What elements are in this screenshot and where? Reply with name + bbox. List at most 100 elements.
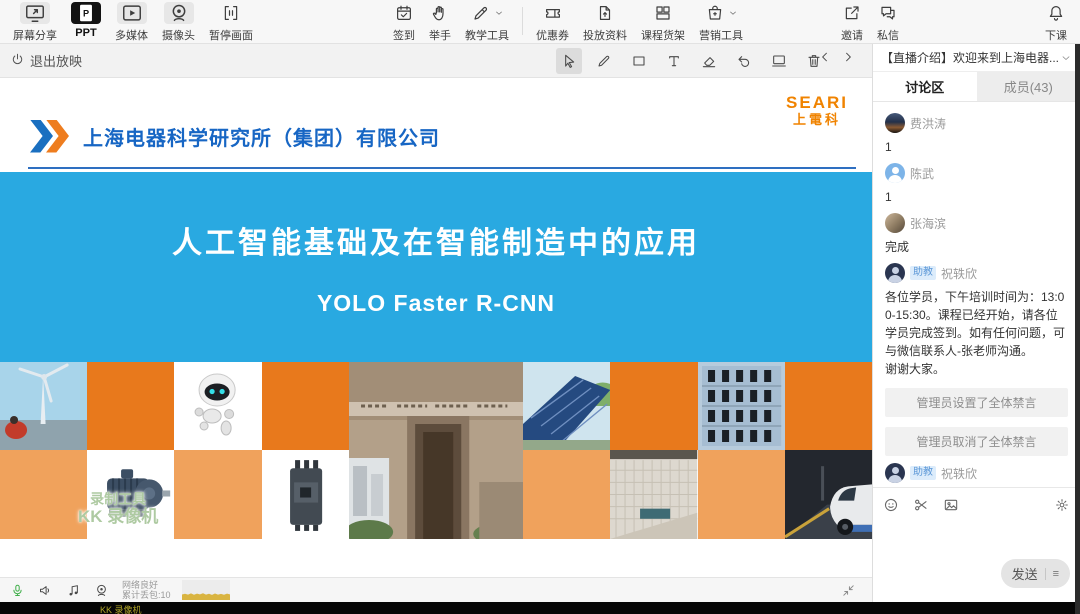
course-shelf-icon	[652, 2, 674, 24]
audio-level-meter	[182, 580, 230, 600]
assistant-badge: 助教	[910, 466, 936, 480]
toolbar-item-label: 暂停画面	[209, 27, 253, 43]
title-banner: 人工智能基础及在智能制造中的应用 YOLO Faster R-CNN	[0, 172, 872, 362]
sender-name: 祝轶欣	[941, 265, 977, 282]
toolbar-item-label: 摄像头	[162, 27, 195, 43]
chat-message: 助教祝轶欣各位学员，下午培训时间为：13:00-15:30。课程已经开始，请各位…	[873, 256, 1080, 378]
toolbar-item-coupon[interactable]: 优惠券	[536, 2, 569, 43]
image-icon[interactable]	[943, 497, 959, 513]
screenshot-icon[interactable]	[913, 497, 929, 513]
toolbar-item-ppt[interactable]: PPPT	[71, 2, 101, 39]
coupon-icon	[542, 2, 564, 24]
undo-tool[interactable]	[731, 48, 757, 74]
toolbar-item-class-end[interactable]: 下课	[1045, 2, 1067, 43]
prev-slide-button[interactable]	[818, 50, 832, 64]
toolbar-item-materials[interactable]: 投放资料	[583, 2, 627, 43]
test-equipment-photo	[698, 362, 785, 450]
avatar	[885, 213, 905, 233]
chevron-down-icon[interactable]	[1060, 52, 1072, 64]
orange-tile-dark	[87, 362, 174, 450]
send-options-icon[interactable]: ≡	[1053, 568, 1059, 580]
sender-name: 祝轶欣	[941, 465, 977, 482]
toolbar-item-label: 举手	[429, 27, 451, 43]
toolbar-item-label: PPT	[75, 27, 96, 39]
emoji-icon[interactable]	[883, 497, 899, 513]
orange-tile-dark	[262, 362, 349, 450]
message-header: 张海滨	[885, 213, 1068, 233]
slide: 上海电器科学研究所（集团）有限公司 SEARI 上電科 人工智能基础及在智能制造…	[0, 78, 872, 577]
text-tool[interactable]	[661, 48, 687, 74]
select-tool[interactable]	[556, 48, 582, 74]
orange-tile-light	[523, 450, 610, 539]
speaker-icon[interactable]	[38, 583, 53, 598]
toolbar-item-pause-screen[interactable]: 暂停画面	[209, 2, 253, 43]
company-name: 上海电器科学研究所（集团）有限公司	[83, 122, 440, 151]
tab-members[interactable]: 成员(43)	[977, 72, 1080, 101]
music-icon[interactable]	[66, 583, 81, 598]
toolbar-item-teaching-tools[interactable]: 教学工具	[465, 2, 509, 43]
toolbar-group-teaching: 签到举手教学工具优惠券投放资料课程货架营销工具	[386, 2, 750, 43]
invite-icon	[841, 2, 863, 24]
toolbar-group-source: 屏幕分享 PPPT 多媒体摄像头暂停画面	[6, 2, 260, 43]
message-list: 费洪涛 1陈武1张海滨完成助教祝轶欣各位学员，下午培训时间为：13:00-15:3…	[873, 102, 1080, 487]
robot-photo	[174, 362, 261, 450]
status-bar: 网络良好 累计丢包:10	[0, 577, 872, 602]
toolbar-item-label: 下课	[1045, 27, 1067, 43]
toolbar-item-multimedia[interactable]: 多媒体	[115, 2, 148, 43]
toolbar-item-label: 多媒体	[115, 27, 148, 43]
eraser-tool[interactable]	[696, 48, 722, 74]
recorder-watermark: 录制工具 KK 录像机	[78, 490, 158, 526]
screen-share-icon	[20, 2, 50, 24]
mic-icon[interactable]	[10, 583, 25, 598]
chevron-down-icon	[494, 8, 504, 18]
collapse-view-icon[interactable]	[841, 583, 856, 598]
orange-tile-light	[174, 450, 261, 539]
toolbar-item-label: 营销工具	[699, 27, 743, 43]
toolbar-item-screen-share[interactable]: 屏幕分享	[13, 2, 57, 43]
webcam-status-icon[interactable]	[94, 583, 109, 598]
toolbar-item-raise-hand[interactable]: 举手	[429, 2, 451, 43]
toolbar-item-course-shelf[interactable]: 课程货架	[641, 2, 685, 43]
toolbar-item-check-in[interactable]: 签到	[393, 2, 415, 43]
annotation-tools	[556, 48, 827, 74]
toolbar-icon-row	[594, 2, 616, 24]
toolbar-item-label: 私信	[877, 27, 899, 43]
toolbar-icon-row	[20, 2, 50, 24]
chat-message: 陈武1	[873, 156, 1080, 206]
class-end-icon	[1045, 2, 1067, 24]
sender-name: 费洪涛	[910, 115, 946, 132]
multimedia-icon	[117, 2, 147, 24]
next-slide-button[interactable]	[841, 50, 855, 64]
window-scrollbar[interactable]	[1075, 44, 1080, 614]
send-button[interactable]: 发送 ≡	[1001, 559, 1070, 588]
toolbar-icon-row	[542, 2, 564, 24]
chat-settings-icon[interactable]	[1054, 497, 1070, 513]
whiteboard-tool[interactable]	[766, 48, 792, 74]
chat-message: 张海滨完成	[873, 206, 1080, 256]
teaching-tools-icon	[470, 2, 492, 24]
avatar	[885, 113, 905, 133]
avatar	[885, 263, 905, 283]
message-header: 费洪涛	[885, 113, 1068, 133]
media-status-icons	[10, 583, 109, 598]
slide-header: 上海电器科学研究所（集团）有限公司 SEARI 上電科	[0, 78, 872, 172]
toolbar-icon-row	[117, 2, 147, 24]
seari-logo: SEARI 上電科	[786, 94, 848, 126]
electric-car-photo	[785, 450, 872, 539]
toolbar-item-direct-message[interactable]: 私信	[877, 2, 899, 43]
live-intro-bar[interactable]: 【直播介绍】欢迎来到上海电器...	[873, 44, 1080, 72]
chevron-decoration-blue	[30, 120, 53, 153]
rectangle-tool[interactable]	[626, 48, 652, 74]
toolbar-item-label: 邀请	[841, 27, 863, 43]
exit-presentation-button[interactable]: 退出放映	[10, 51, 82, 70]
toolbar-item-label: 优惠券	[536, 27, 569, 43]
tab-discussion[interactable]: 讨论区	[873, 72, 977, 101]
live-intro-title: 【直播介绍】欢迎来到上海电器...	[881, 49, 1059, 66]
toolbar-icon-row	[877, 2, 899, 24]
toolbar-item-invite[interactable]: 邀请	[841, 2, 863, 43]
toolbar-item-webcam[interactable]: 摄像头	[162, 2, 195, 43]
message-text: 1	[885, 138, 1068, 156]
pen-tool[interactable]	[591, 48, 617, 74]
toolbar-item-marketing-tools[interactable]: 营销工具	[699, 2, 743, 43]
materials-icon	[594, 2, 616, 24]
